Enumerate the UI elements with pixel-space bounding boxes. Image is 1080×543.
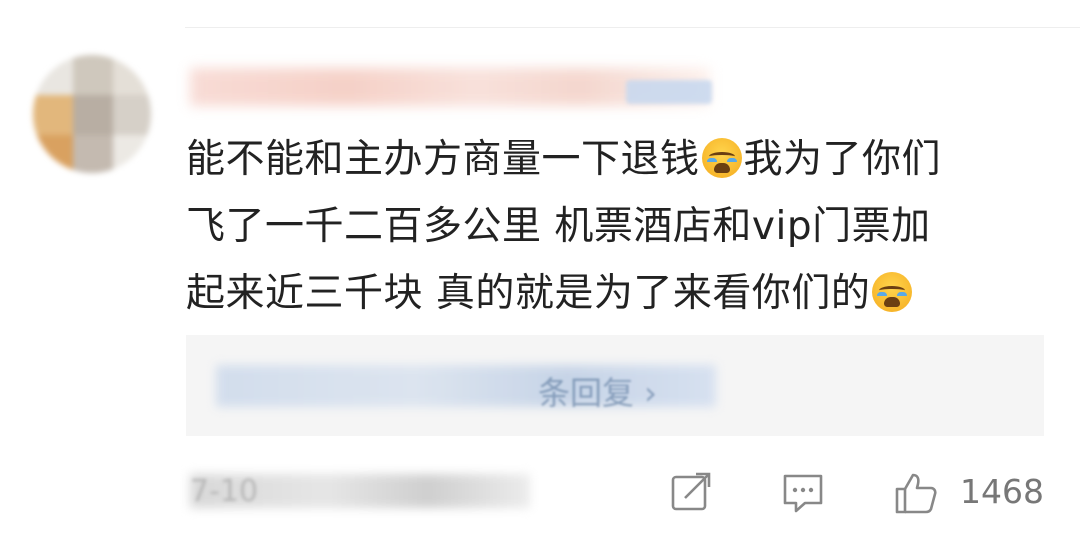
comment-line-2: 飞了一千二百多公里 机票酒店和vip门票加 [186, 204, 931, 249]
crying-face-icon [872, 272, 913, 312]
comment-footer: 7-10 1468 [0, 460, 1080, 520]
avatar[interactable] [33, 55, 151, 173]
like-count: 1468 [960, 472, 1044, 511]
replies-label[interactable]: 条回复 › [538, 368, 657, 414]
share-icon[interactable] [668, 470, 714, 516]
comment-line-1: 能不能和主办方商量一下退钱 我为了你们 [186, 126, 1046, 193]
user-badge [626, 80, 712, 104]
top-divider [185, 27, 1080, 28]
comment-line-3: 起来近三千块 真的就是为了来看你们的 [186, 260, 1046, 327]
comment-text-segment: 起来近三千块 真的就是为了来看你们的 [186, 271, 871, 316]
timestamp: 7-10 [190, 474, 259, 509]
replies-preview[interactable]: 条回复 › [186, 335, 1044, 436]
like-icon[interactable] [893, 470, 939, 516]
comment-text-segment: 我为了你们 [743, 137, 942, 182]
crying-face-icon [701, 138, 742, 178]
comment-icon[interactable] [780, 470, 826, 516]
comment-text: 能不能和主办方商量一下退钱 我为了你们 飞了一千二百多公里 机票酒店和vip门票加… [186, 126, 1046, 327]
comment-text-segment: 能不能和主办方商量一下退钱 [186, 137, 700, 182]
